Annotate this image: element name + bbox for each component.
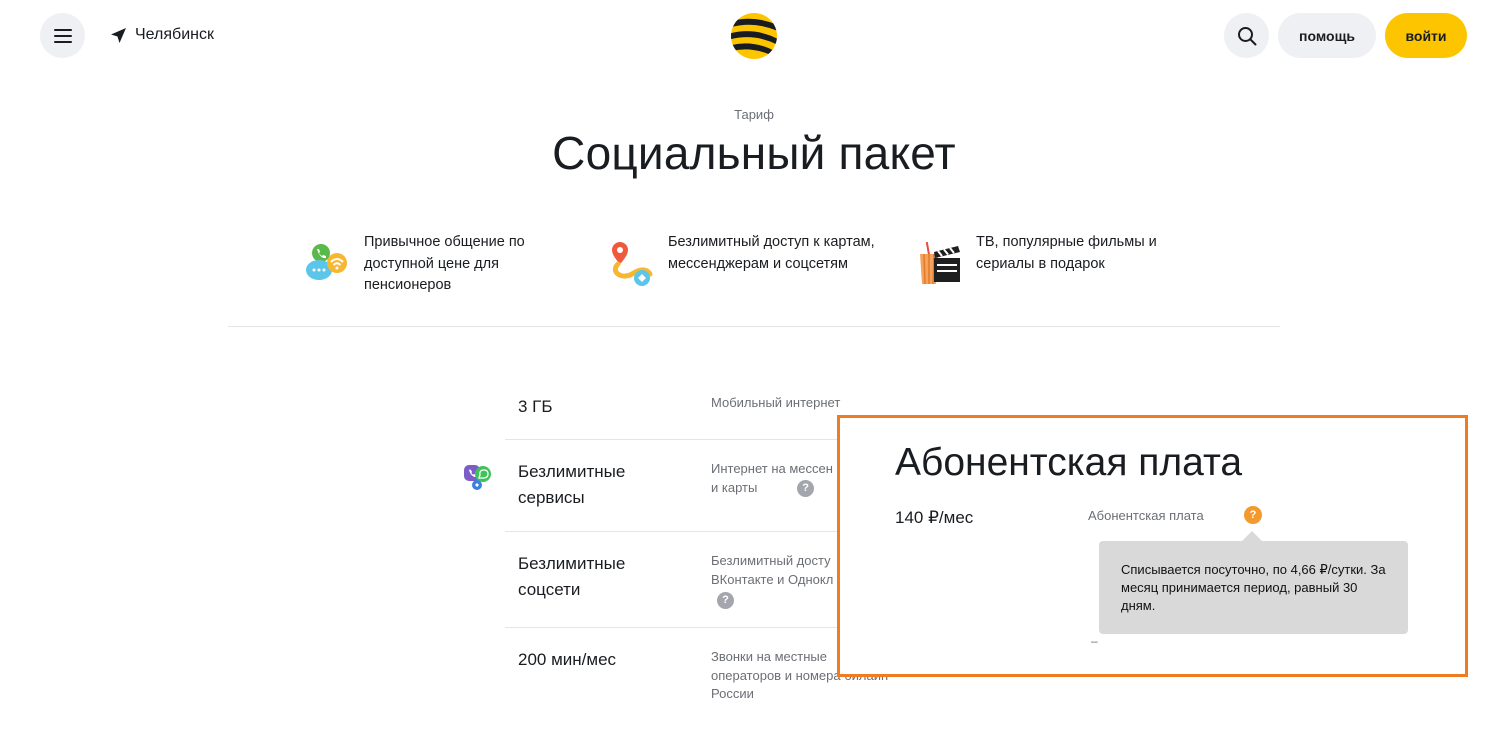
feature-item: Безлимитный доступ к картам, мессенджера… <box>608 232 878 288</box>
city-label: Челябинск <box>135 26 214 43</box>
help-icon[interactable]: ? <box>797 479 815 497</box>
search-button[interactable] <box>1224 13 1269 58</box>
row-description-text: и карты <box>711 479 758 495</box>
row-description: Интернет на мессен и карты ? <box>711 460 833 497</box>
row-value: 200 мин/мес <box>518 650 617 669</box>
messenger-apps-icon <box>464 465 491 490</box>
row-help: ? <box>711 591 833 610</box>
row-description-line: Безлимитный досту <box>711 553 831 568</box>
feature-text: Безлимитный доступ к картам, мессенджера… <box>668 234 875 272</box>
row-value-line: Безлимитные <box>518 554 626 573</box>
feature-item: Привычное общение по доступной цене для … <box>304 232 539 297</box>
city-selector[interactable]: Челябинск <box>110 26 214 44</box>
feature-text: Привычное общение по доступной цене для … <box>364 234 525 293</box>
popup-label: Абонентская плата <box>1088 508 1204 523</box>
hamburger-icon <box>53 28 72 43</box>
row-description: Безлимитный досту ВКонтакте и Однокл ? <box>711 552 833 610</box>
help-icon[interactable]: ? <box>1244 506 1262 524</box>
row-value: 3 ГБ <box>518 397 553 416</box>
row-value-line: соцсети <box>518 580 581 599</box>
subscription-fee-popup: Абонентская плата 140 ₽/мес Абонентская … <box>837 415 1468 677</box>
map-route-icon <box>612 242 653 286</box>
help-button[interactable]: помощь <box>1278 13 1376 58</box>
help-icon[interactable]: ? <box>717 592 734 610</box>
popup-title: Абонентская плата <box>895 441 1243 484</box>
feature-text: ТВ, популярные фильмы и сериалы в подаро… <box>976 234 1157 272</box>
menu-button[interactable] <box>40 13 85 58</box>
chat-bubbles-icon <box>306 244 347 280</box>
row-description-line: и карты ? <box>711 479 833 498</box>
row-value-line: сервисы <box>518 488 585 507</box>
page-title: Социальный пакет <box>552 127 956 179</box>
row-description: Мобильный интернет <box>711 395 841 410</box>
feature-item: ТВ, популярные фильмы и сериалы в подаро… <box>916 232 1166 288</box>
row-description-line: ВКонтакте и Однокл <box>711 571 834 587</box>
section-divider <box>228 326 1280 327</box>
tariff-overline: Тариф <box>734 107 774 122</box>
row-description-line: России <box>711 686 754 701</box>
cinema-popcorn-icon <box>920 241 960 285</box>
beeline-logo[interactable] <box>730 12 778 60</box>
row-value: Безлимитные сервисы <box>518 459 625 511</box>
popup-dash: – <box>1091 634 1098 648</box>
row-value-line: Безлимитные <box>518 462 626 481</box>
search-icon <box>1237 26 1256 45</box>
navigation-arrow-icon <box>111 27 126 43</box>
popup-price: 140 ₽/мес <box>895 508 974 527</box>
tooltip: Списывается посуточно, по 4,66 ₽/сутки. … <box>1099 541 1408 634</box>
row-description-line: Интернет на мессен <box>711 461 833 476</box>
login-button[interactable]: войти <box>1385 13 1467 58</box>
row-value: Безлимитные соцсети <box>518 551 625 603</box>
